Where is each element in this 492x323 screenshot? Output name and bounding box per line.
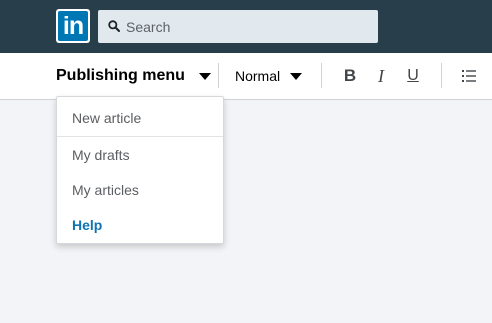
text-style-value: Normal: [235, 68, 281, 84]
menu-divider: [57, 136, 223, 137]
publishing-menu-label: Publishing menu: [56, 67, 185, 84]
linkedin-logo[interactable]: in: [56, 9, 90, 43]
toolbar-divider: [321, 63, 322, 88]
publishing-menu-button[interactable]: Publishing menu: [56, 53, 211, 99]
bulleted-list-icon[interactable]: [462, 69, 478, 83]
menu-item-new-article[interactable]: New article: [57, 101, 223, 135]
menu-item-my-articles[interactable]: My articles: [57, 173, 223, 207]
toolbar-divider: [218, 63, 219, 88]
toolbar-divider: [441, 63, 442, 88]
caret-down-icon: [198, 72, 211, 80]
search-input[interactable]: [126, 10, 370, 43]
underline-button[interactable]: U: [402, 65, 424, 87]
logo-text: in: [58, 11, 88, 41]
search-icon: [108, 20, 120, 32]
italic-button[interactable]: I: [370, 65, 392, 87]
text-style-select[interactable]: Normal: [235, 53, 303, 99]
editor-toolbar: Publishing menu Normal B I U: [0, 53, 492, 100]
caret-down-icon: [290, 72, 303, 80]
menu-item-help[interactable]: Help: [57, 208, 223, 242]
publishing-menu-dropdown: New article My drafts My articles Help: [56, 96, 224, 244]
global-nav: in: [0, 0, 492, 53]
bold-button[interactable]: B: [339, 65, 361, 87]
menu-item-my-drafts[interactable]: My drafts: [57, 138, 223, 172]
search-box[interactable]: [98, 10, 378, 43]
